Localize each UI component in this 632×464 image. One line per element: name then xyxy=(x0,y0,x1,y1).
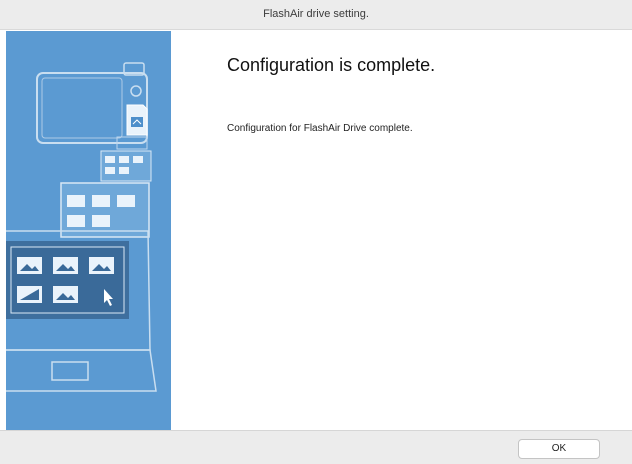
footer-bar: OK xyxy=(0,430,632,464)
page-title: Configuration is complete. xyxy=(227,55,436,75)
laptop-icon xyxy=(6,230,157,392)
flashair-setting-window: FlashAir drive setting. Configuration is… xyxy=(0,0,632,464)
main-content: Configuration is complete. Configuration… xyxy=(171,31,632,430)
flashair-illustration xyxy=(6,62,157,392)
photo-thumbnail-icon xyxy=(60,182,150,238)
sd-card-icon xyxy=(126,104,148,136)
sidebar-illustration xyxy=(6,31,171,430)
title-bar[interactable]: FlashAir drive setting. xyxy=(0,0,632,30)
window-title: FlashAir drive setting. xyxy=(263,8,369,20)
ok-button[interactable]: OK xyxy=(518,439,600,459)
completion-message: Configuration for FlashAir Drive complet… xyxy=(227,123,413,134)
